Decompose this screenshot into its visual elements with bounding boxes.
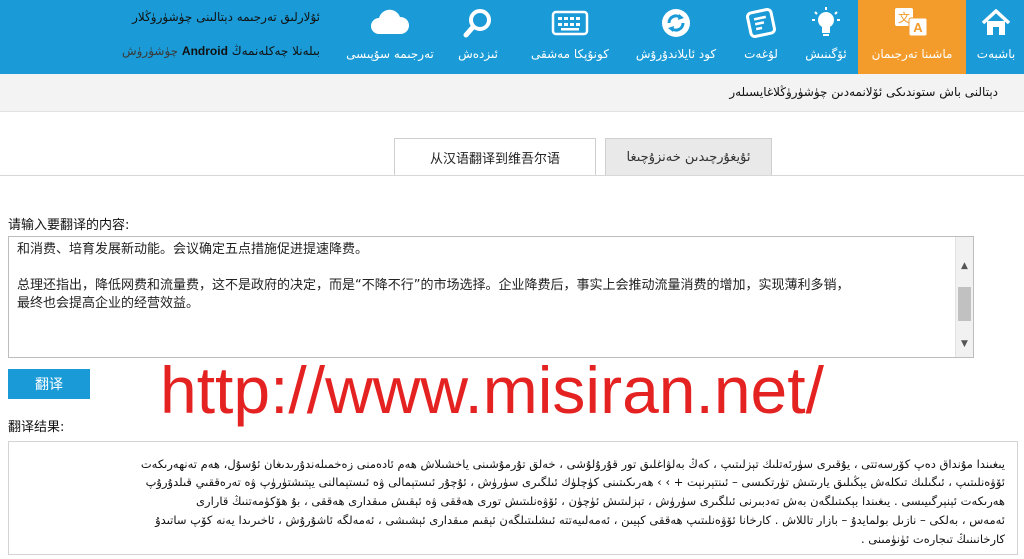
result-label: 翻译结果: — [8, 420, 65, 435]
svg-text:A: A — [913, 20, 923, 35]
nav-label: ئۆگىنىش — [805, 47, 847, 61]
nav-item-dictionary[interactable]: لۇغەت — [730, 0, 792, 74]
promo-line-2-before: چۈشۈرۈش — [121, 44, 179, 58]
input-scrollbar[interactable]: ▲ ▼ — [955, 237, 973, 357]
source-text-input[interactable]: 和消费、培育发展新动能。会议确定五点措施促进提速降费。 总理还指出，降低网费和流… — [8, 236, 974, 358]
nav-label: باشبەت — [976, 47, 1016, 61]
top-navigation-bar: ئۇلارلىق تەرجىمە دېتالىنى چۈشۈرۈڭلار چۈش… — [0, 0, 1024, 74]
translate-button[interactable]: 翻译 — [8, 369, 90, 399]
nav-item-translation-platform[interactable]: تەرجىمە سۇپىسى — [340, 0, 440, 74]
source-line-1: 和消费、培育发展新动能。会议确定五点措施促进提速降费。 — [17, 242, 369, 257]
search-icon — [461, 0, 495, 46]
subtitle-text: دېتالنى باش ستوندىكى ئۆلانمەدىن چۈشۈرۈڭل… — [729, 85, 998, 99]
promo-line-2: چۈشۈرۈش Android بىلەنلا چەكلەنمەڭ — [122, 44, 320, 58]
source-text: 和消费、培育发展新动能。会议确定五点措施促进提速降费。 总理还指出，降低网费和流… — [17, 241, 947, 313]
translation-result: يىغىندا مۇنداق دەپ كۆرسەتتى ، يۇقىرى سۈر… — [8, 441, 1018, 555]
nav-label: كود ئايلاندۇرۇش — [635, 47, 717, 61]
app-promo[interactable]: ئۇلارلىق تەرجىمە دېتالىنى چۈشۈرۈڭلار چۈش… — [0, 0, 330, 74]
svg-text:文: 文 — [898, 10, 910, 25]
tab-uyghur-to-chinese[interactable]: ئۇيغۇرچىدىن خەنزۇچىغا — [605, 138, 772, 176]
watermark-url: http://www.misiran.net/ — [160, 353, 824, 427]
result-line: يىغىندا مۇنداق دەپ كۆرسەتتى ، يۇقىرى سۈر… — [140, 457, 1005, 471]
result-line: ئۆۋەنلىتىپ ، ئىگىلىك تىكلەش يېڭىلىق يارى… — [145, 475, 1005, 489]
home-icon — [979, 0, 1013, 46]
subtitle-bar: دېتالنى باش ستوندىكى ئۆلانمەدىن چۈشۈرۈڭل… — [0, 74, 1024, 112]
scroll-up-arrow-icon[interactable]: ▲ — [956, 257, 973, 274]
nav-item-code-convert[interactable]: كود ئايلاندۇرۇش — [624, 0, 728, 74]
tab-chinese-to-uyghur[interactable]: 从汉语翻译到维吾尔语 — [394, 138, 596, 176]
nav-item-search[interactable]: ئىزدەش — [446, 0, 510, 74]
refresh-icon — [659, 0, 693, 46]
dictionary-icon — [744, 0, 778, 46]
nav-label: ئىزدەش — [458, 47, 498, 61]
source-line-2: 总理还指出，降低网费和流量费，这不是政府的决定，而是“不降不行”的市场选择。企业… — [17, 278, 850, 293]
nav-label: تەرجىمە سۇپىسى — [346, 47, 434, 61]
promo-line-2-after: بىلەنلا چەكلەنمەڭ — [231, 44, 320, 58]
input-label: 请输入要翻译的内容: — [8, 218, 130, 233]
nav-label: كونۇپكا مەشقى — [531, 47, 609, 61]
scroll-down-arrow-icon[interactable]: ▼ — [956, 335, 973, 352]
nav-label: ماشىنا تەرجىمان — [871, 47, 953, 61]
nav-item-machine-translate[interactable]: 文 A ماشىنا تەرجىمان — [858, 0, 966, 74]
source-line-3: 最终也会提高企业的经营效益。 — [17, 296, 200, 311]
translate-icon: 文 A — [892, 0, 932, 46]
bulb-icon — [811, 0, 841, 46]
cloud-icon — [369, 0, 411, 46]
result-line: ئەمەس ، بەلكى – نازىل بولمايدۇ – بازار ت… — [155, 513, 1005, 527]
nav-label: لۇغەت — [744, 47, 778, 61]
tab-divider — [0, 175, 1024, 176]
nav-item-home[interactable]: باشبەت — [968, 0, 1024, 74]
nav-item-keyboard-practice[interactable]: كونۇپكا مەشقى — [520, 0, 620, 74]
promo-android: Android — [181, 44, 228, 58]
scroll-thumb[interactable] — [958, 287, 971, 321]
promo-line-1: ئۇلارلىق تەرجىمە دېتالىنى چۈشۈرۈڭلار — [132, 10, 320, 24]
keyboard-icon — [551, 0, 589, 46]
nav-item-learning[interactable]: ئۆگىنىش — [796, 0, 856, 74]
result-line: ھەرىكەت ئېنېرگىيىسى . يىغىندا بېكىتىلگەن… — [196, 494, 1005, 508]
result-line: كارخانىنىڭ تىجارەت ئۈنۈمىنى . — [860, 532, 1005, 546]
